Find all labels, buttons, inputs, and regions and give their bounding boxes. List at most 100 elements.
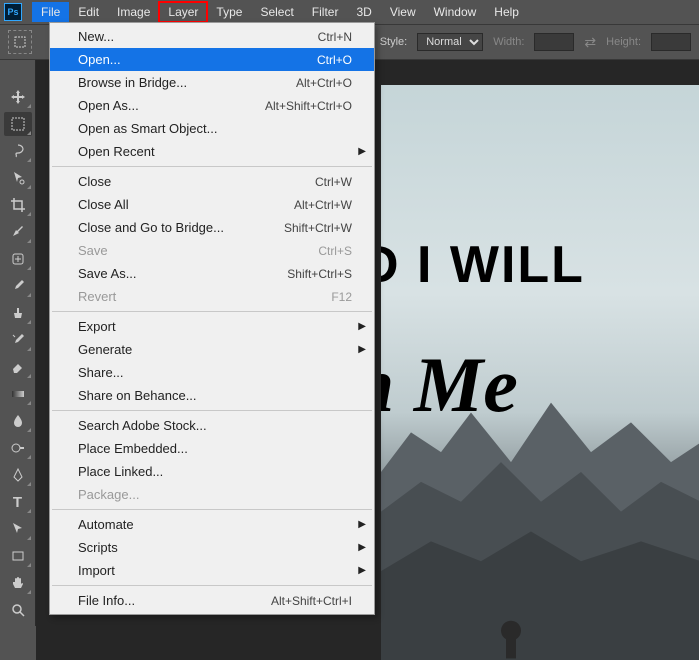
menu-item-label: Automate bbox=[78, 517, 134, 532]
width-input[interactable] bbox=[534, 33, 574, 51]
dodge-tool[interactable] bbox=[4, 436, 32, 460]
menu-item-shortcut: Alt+Shift+Ctrl+I bbox=[271, 594, 352, 608]
submenu-arrow-icon: ▶ bbox=[358, 321, 366, 332]
rectangle-tool[interactable] bbox=[4, 544, 32, 568]
menu-item-label: File Info... bbox=[78, 593, 135, 608]
submenu-arrow-icon: ▶ bbox=[358, 146, 366, 157]
menu-select[interactable]: Select bbox=[251, 2, 302, 22]
menu-item-package: Package... bbox=[50, 483, 374, 506]
menu-item-label: Search Adobe Stock... bbox=[78, 418, 207, 433]
mountain-image bbox=[381, 353, 699, 660]
menu-3d[interactable]: 3D bbox=[347, 2, 380, 22]
menu-item-search-adobe-stock[interactable]: Search Adobe Stock... bbox=[50, 414, 374, 437]
menu-item-label: Revert bbox=[78, 289, 116, 304]
menu-edit[interactable]: Edit bbox=[69, 2, 108, 22]
menu-item-label: Import bbox=[78, 563, 115, 578]
menu-separator bbox=[52, 410, 372, 411]
menu-item-open-as[interactable]: Open As... Alt+Shift+Ctrl+O bbox=[50, 94, 374, 117]
gradient-tool[interactable] bbox=[4, 382, 32, 406]
menu-item-shortcut: F12 bbox=[331, 290, 352, 304]
menu-layer[interactable]: Layer bbox=[159, 2, 207, 22]
menu-item-close-all[interactable]: Close All Alt+Ctrl+W bbox=[50, 193, 374, 216]
menu-item-label: Close All bbox=[78, 197, 129, 212]
zoom-tool[interactable] bbox=[4, 598, 32, 622]
lasso-tool[interactable] bbox=[4, 139, 32, 163]
menu-item-shortcut: Alt+Ctrl+O bbox=[296, 76, 352, 90]
menu-item-shortcut: Ctrl+W bbox=[315, 175, 352, 189]
clone-stamp-tool[interactable] bbox=[4, 301, 32, 325]
menu-image[interactable]: Image bbox=[108, 2, 159, 22]
menu-file[interactable]: File bbox=[32, 2, 69, 22]
submenu-arrow-icon: ▶ bbox=[358, 565, 366, 576]
menu-item-browse-in-bridge[interactable]: Browse in Bridge...Alt+Ctrl+O bbox=[50, 71, 374, 94]
menu-item-shortcut: Ctrl+N bbox=[318, 30, 352, 44]
menu-item-open-as-smart-object[interactable]: Open as Smart Object... bbox=[50, 117, 374, 140]
history-brush-tool[interactable] bbox=[4, 328, 32, 352]
menu-window[interactable]: Window bbox=[425, 2, 486, 22]
hand-tool[interactable] bbox=[4, 571, 32, 595]
menu-item-scripts[interactable]: Scripts ▶ bbox=[50, 536, 374, 559]
submenu-arrow-icon: ▶ bbox=[358, 542, 366, 553]
menu-item-label: New... bbox=[78, 29, 114, 44]
menu-item-label: Place Embedded... bbox=[78, 441, 188, 456]
menubar: Ps File Edit Image Layer Type Select Fil… bbox=[0, 0, 699, 24]
menu-item-share-on-behance[interactable]: Share on Behance... bbox=[50, 384, 374, 407]
crop-tool[interactable] bbox=[4, 193, 32, 217]
menu-separator bbox=[52, 166, 372, 167]
menu-item-label: Export bbox=[78, 319, 116, 334]
menu-item-place-linked[interactable]: Place Linked... bbox=[50, 460, 374, 483]
brush-tool[interactable] bbox=[4, 274, 32, 298]
menu-filter[interactable]: Filter bbox=[303, 2, 348, 22]
style-label: Style: bbox=[380, 36, 408, 48]
menu-item-label: Open Recent bbox=[78, 144, 155, 159]
menu-item-label: Generate bbox=[78, 342, 132, 357]
quick-select-tool[interactable] bbox=[4, 166, 32, 190]
marquee-tool[interactable] bbox=[4, 112, 32, 136]
menu-item-place-embedded[interactable]: Place Embedded... bbox=[50, 437, 374, 460]
menu-help[interactable]: Help bbox=[485, 2, 528, 22]
menu-item-label: Save bbox=[78, 243, 108, 258]
document-canvas[interactable]: D I WILL h Me bbox=[381, 85, 699, 660]
menu-item-shortcut: Alt+Ctrl+W bbox=[294, 198, 352, 212]
menu-item-automate[interactable]: Automate▶ bbox=[50, 513, 374, 536]
menu-item-generate[interactable]: Generate ▶ bbox=[50, 338, 374, 361]
canvas-text-1: D I WILL bbox=[381, 235, 585, 295]
move-tool[interactable] bbox=[4, 85, 32, 109]
menu-item-shortcut: Ctrl+O bbox=[317, 53, 352, 67]
menu-item-shortcut: Alt+Shift+Ctrl+O bbox=[265, 99, 352, 113]
height-input[interactable] bbox=[651, 33, 691, 51]
menu-item-close[interactable]: CloseCtrl+W bbox=[50, 170, 374, 193]
type-tool[interactable]: T bbox=[4, 490, 32, 514]
menu-type[interactable]: Type bbox=[207, 2, 251, 22]
menu-item-label: Share on Behance... bbox=[78, 388, 197, 403]
file-menu-dropdown: New... Ctrl+N Open...Ctrl+OBrowse in Bridg… bbox=[49, 22, 375, 615]
menu-separator bbox=[52, 585, 372, 586]
path-select-tool[interactable] bbox=[4, 517, 32, 541]
menu-item-open-recent[interactable]: Open Recent ▶ bbox=[50, 140, 374, 163]
menu-item-close-and-go-to-bridge[interactable]: Close and Go to Bridge...Shift+Ctrl+W bbox=[50, 216, 374, 239]
menu-item-export[interactable]: Export ▶ bbox=[50, 315, 374, 338]
eraser-tool[interactable] bbox=[4, 355, 32, 379]
swap-icon[interactable]: ⇄ bbox=[584, 34, 596, 51]
style-select[interactable]: Normal bbox=[417, 33, 483, 51]
menu-view[interactable]: View bbox=[381, 2, 425, 22]
menu-item-open[interactable]: Open...Ctrl+O bbox=[50, 48, 374, 71]
submenu-arrow-icon: ▶ bbox=[358, 344, 366, 355]
pen-tool[interactable] bbox=[4, 463, 32, 487]
menu-item-save-as[interactable]: Save As...Shift+Ctrl+S bbox=[50, 262, 374, 285]
menu-item-share[interactable]: Share... bbox=[50, 361, 374, 384]
menu-item-file-info[interactable]: File Info... Alt+Shift+Ctrl+I bbox=[50, 589, 374, 612]
eyedropper-tool[interactable] bbox=[4, 220, 32, 244]
menu-item-label: Scripts bbox=[78, 540, 118, 555]
menu-separator bbox=[52, 311, 372, 312]
menu-item-label: Open As... bbox=[78, 98, 139, 113]
menu-item-label: Open as Smart Object... bbox=[78, 121, 217, 136]
menu-item-save: SaveCtrl+S bbox=[50, 239, 374, 262]
healing-brush-tool[interactable] bbox=[4, 247, 32, 271]
menu-item-new[interactable]: New... Ctrl+N bbox=[50, 25, 374, 48]
menu-separator bbox=[52, 509, 372, 510]
menu-item-import[interactable]: Import ▶ bbox=[50, 559, 374, 582]
tool-preset-picker[interactable] bbox=[8, 30, 32, 54]
menu-item-label: Save As... bbox=[78, 266, 137, 281]
blur-tool[interactable] bbox=[4, 409, 32, 433]
